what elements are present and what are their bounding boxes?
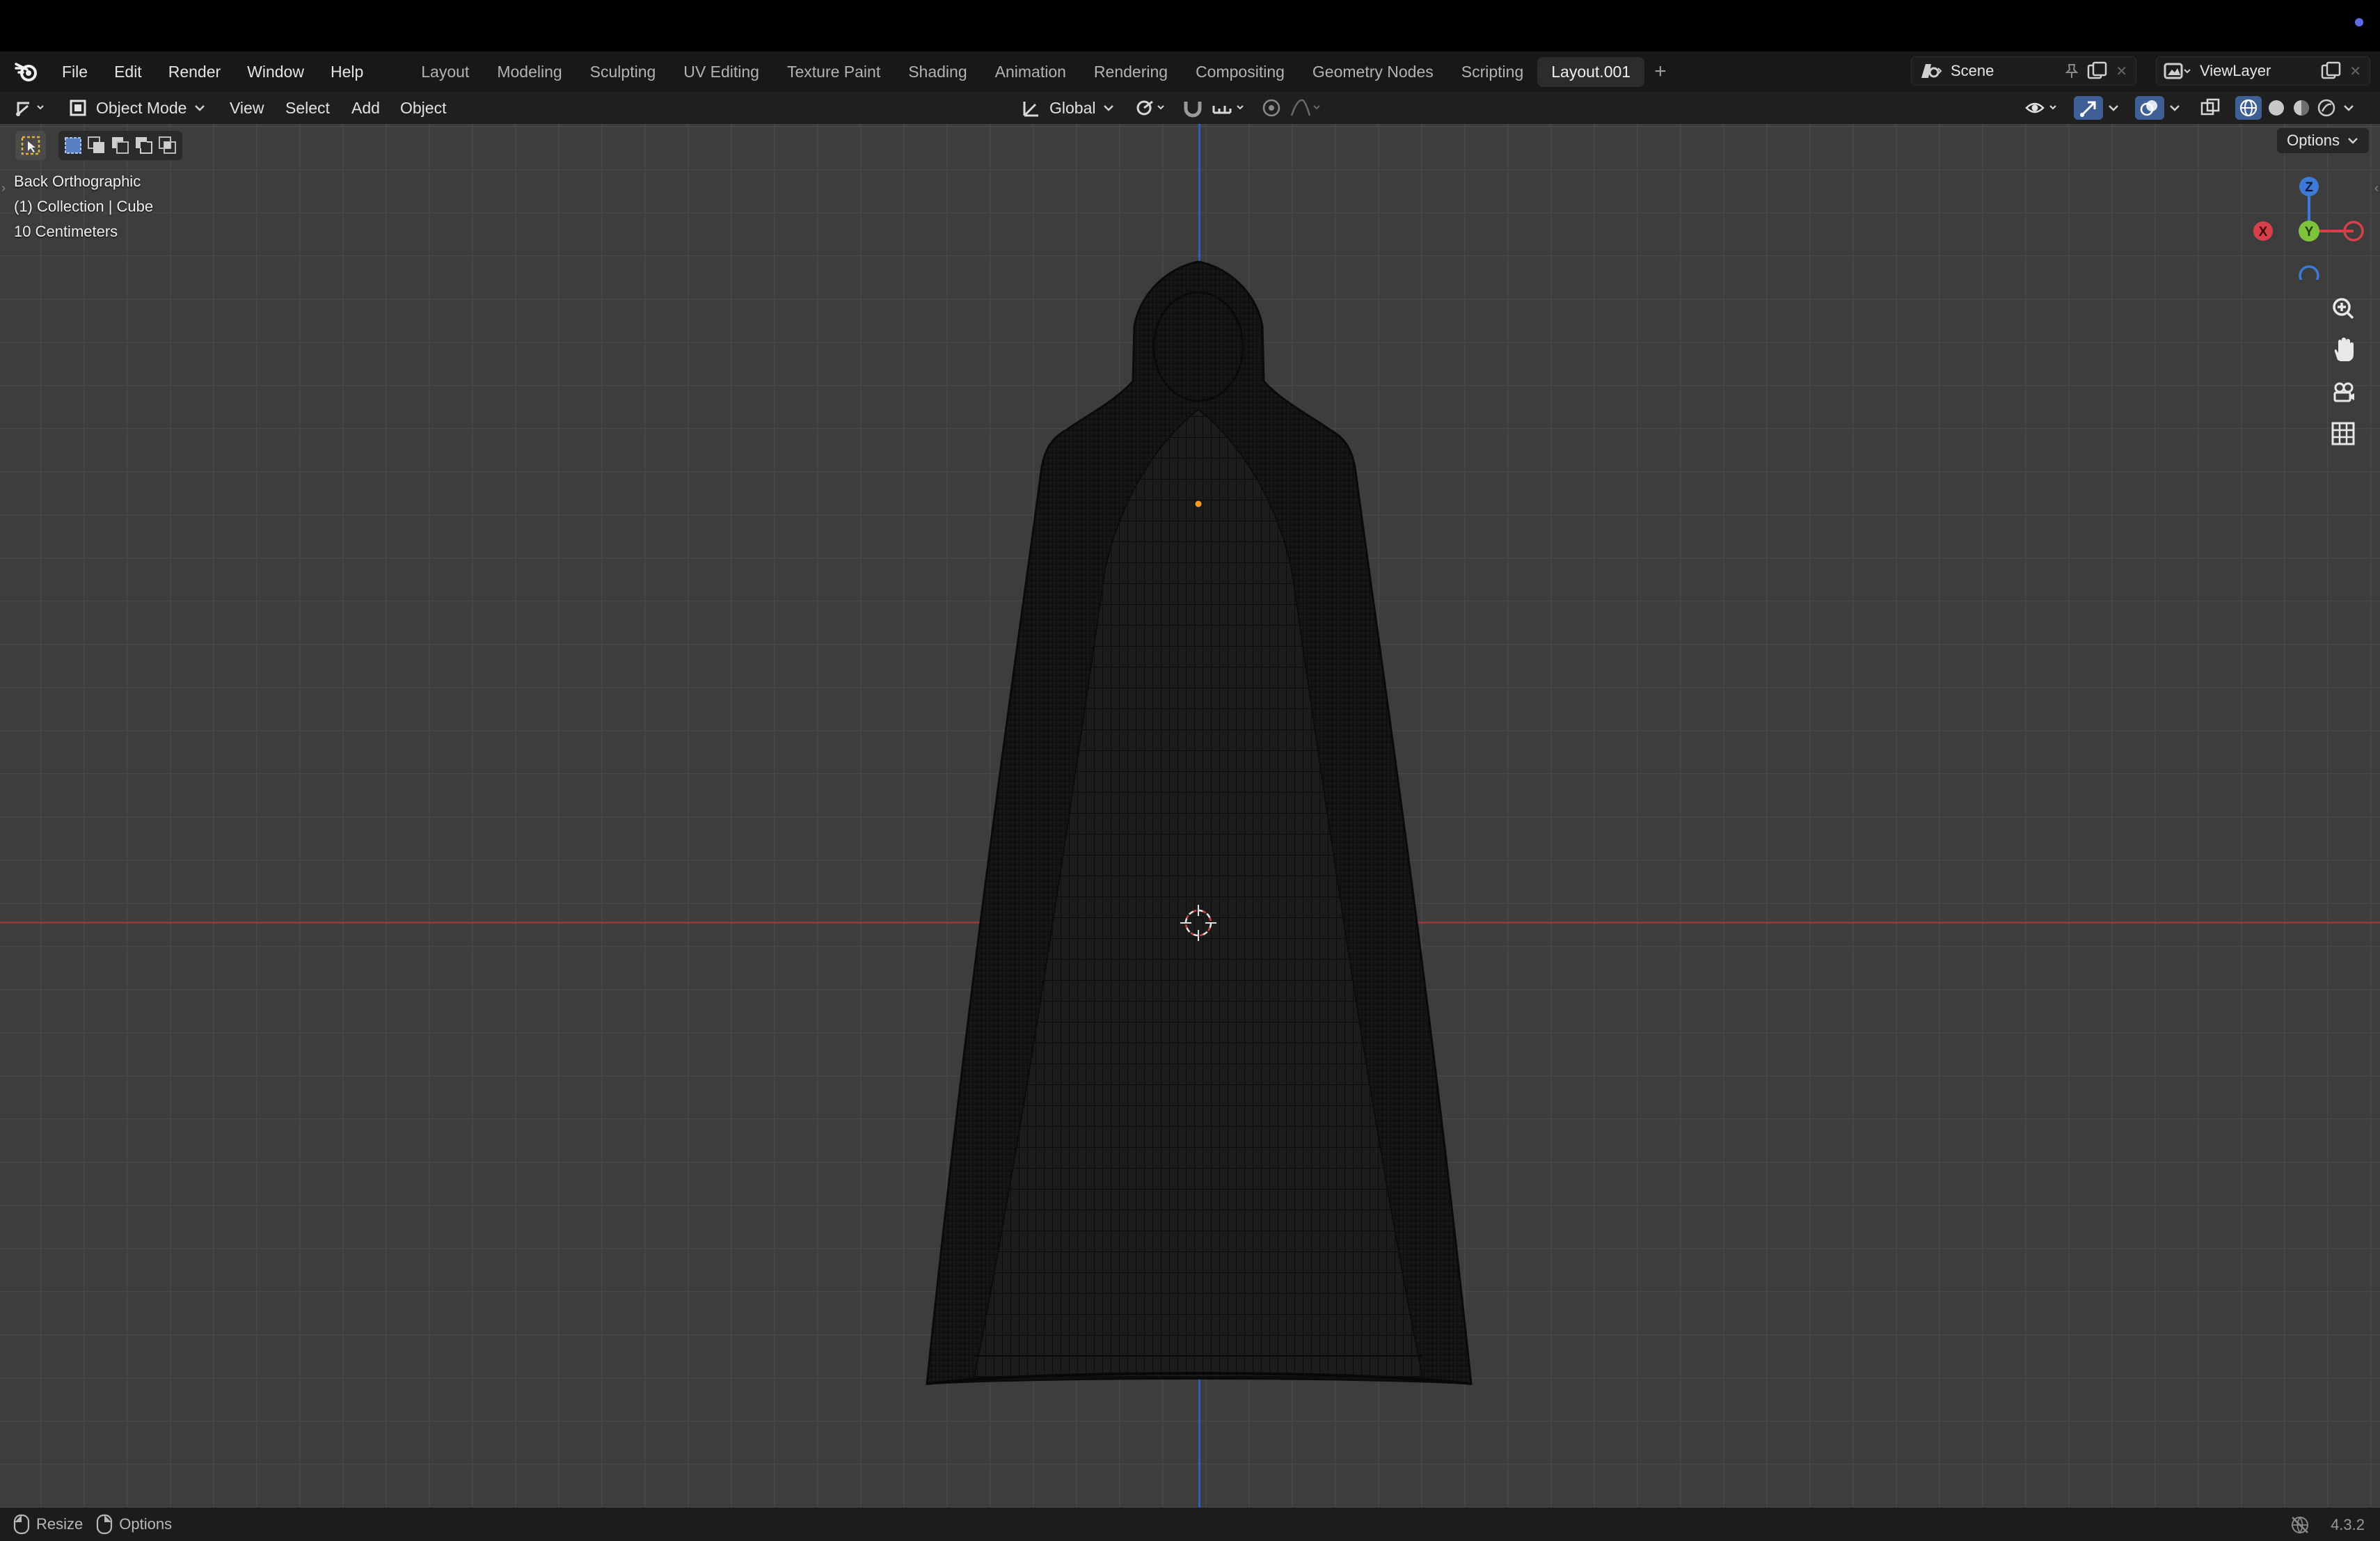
gizmo-toggle[interactable] [2074,96,2120,120]
menu-object[interactable]: Object [400,96,446,120]
remove-scene-icon[interactable]: ✕ [2116,63,2127,80]
status-resize-label: Resize [36,1515,84,1533]
version-label: 4.3.2 [2331,1516,2365,1533]
menu-view[interactable]: View [230,96,264,120]
status-bar: Resize Options 4.3.2 [0,1508,2380,1541]
status-dot-icon [2355,18,2363,26]
proportional-editing-toggle[interactable] [1260,96,1283,120]
object-origin-icon [1195,500,1202,507]
view-layer-name[interactable]: ViewLayer [2200,62,2271,80]
wireframe-icon [2239,99,2258,117]
view-layer-icon [2164,63,2191,79]
scene-name[interactable]: Scene [1951,62,1994,80]
xray-toggle[interactable] [2199,96,2223,120]
menu-file[interactable]: File [49,63,101,81]
menu-add[interactable]: Add [351,96,380,120]
tab-shading[interactable]: Shading [894,57,981,87]
blender-logo-icon[interactable] [11,56,42,87]
mouse-right-icon [97,1514,113,1535]
menu-select[interactable]: Select [285,96,330,120]
status-options: Options [95,1514,172,1535]
scene-selector[interactable]: Scene ✕ [1911,56,2136,86]
pin-icon[interactable] [2063,63,2080,79]
tab-scripting[interactable]: Scripting [1447,57,1537,87]
tab-layout[interactable]: Layout [407,57,483,87]
orientation-label: Global [1049,98,1096,117]
mouse-left-icon [13,1514,30,1535]
remove-view-layer-icon[interactable]: ✕ [2349,63,2361,80]
gizmo-icon [2080,101,2096,117]
selectability-visibility-selector[interactable] [2025,96,2063,120]
tab-sculpting[interactable]: Sculpting [576,57,670,87]
menu-view-label: View [230,98,264,117]
shading-mode-group [2235,96,2355,120]
snap-target-selector[interactable] [1211,96,1250,120]
transform-orientation-selector[interactable]: Global [1020,96,1115,120]
menu-select-label: Select [285,98,330,117]
tab-layout-001[interactable]: Layout.001 [1537,56,1645,87]
chevron-down-icon [1104,105,1114,111]
mode-selector[interactable]: Object Mode [67,96,206,120]
tab-rendering[interactable]: Rendering [1080,57,1182,87]
new-scene-icon[interactable] [2087,61,2108,81]
cloak-mesh[interactable] [0,124,2380,1508]
xray-icon [2200,98,2220,116]
workspace-tabs: Layout Modeling Sculpting UV Editing Tex… [407,56,1676,87]
rendered-shading-icon[interactable] [2316,97,2337,118]
magnet-icon [1184,102,1202,118]
tab-geometry-nodes[interactable]: Geometry Nodes [1299,57,1447,87]
new-view-layer-icon[interactable] [2321,61,2342,81]
eye-icon [2025,102,2056,113]
chevron-down-icon [2109,105,2118,111]
3d-viewport[interactable]: Options › ‹ Back Orthographic (1) Collec… [0,124,2380,1508]
status-resize: Resize [13,1514,83,1535]
view-layer-selector[interactable]: ViewLayer ✕ [2156,56,2370,86]
editor-type-selector[interactable] [14,96,51,120]
menu-help[interactable]: Help [317,63,376,81]
tab-compositing[interactable]: Compositing [1182,57,1299,87]
wireframe-shading-button[interactable] [2235,96,2262,120]
tab-modeling[interactable]: Modeling [483,57,576,87]
network-offline-icon[interactable] [2290,1515,2310,1535]
menu-render[interactable]: Render [155,63,234,81]
add-workspace-icon[interactable]: + [1644,60,1676,84]
chevron-down-icon [2170,105,2180,111]
falloff-icon [1290,99,1320,116]
pivot-icon [1136,100,1164,116]
orientation-icon [1023,102,1038,117]
menu-window[interactable]: Window [234,63,317,81]
tab-texture-paint[interactable]: Texture Paint [773,57,894,87]
chevron-down-icon [195,105,205,111]
tab-animation[interactable]: Animation [981,57,1080,87]
menu-object-label: Object [400,98,447,117]
material-preview-icon[interactable] [2291,97,2312,118]
3d-viewport-icon [16,102,44,116]
menu-add-label: Add [351,98,380,117]
status-options-label: Options [119,1515,173,1533]
overlays-icon [2140,100,2157,116]
mode-label: Object Mode [96,98,187,117]
system-top-bar [0,0,2380,52]
pivot-point-selector[interactable] [1134,96,1172,120]
proportional-editing-icon [1262,99,1280,117]
snapping-toggle[interactable] [1180,96,1208,120]
chevron-down-icon[interactable] [2342,103,2355,113]
tab-uv-editing[interactable]: UV Editing [669,57,773,87]
overlays-toggle[interactable] [2135,96,2181,120]
solid-shading-icon[interactable] [2266,97,2287,118]
falloff-selector[interactable] [1289,96,1324,120]
menu-edit[interactable]: Edit [101,63,155,81]
viewport-header: Object Mode View Select Add Object Globa… [0,92,2380,125]
snap-increment-icon [1212,105,1244,114]
scene-icon [1921,64,1942,78]
object-mode-icon [70,100,86,116]
main-menu: File Edit Render Window Help [49,63,376,81]
